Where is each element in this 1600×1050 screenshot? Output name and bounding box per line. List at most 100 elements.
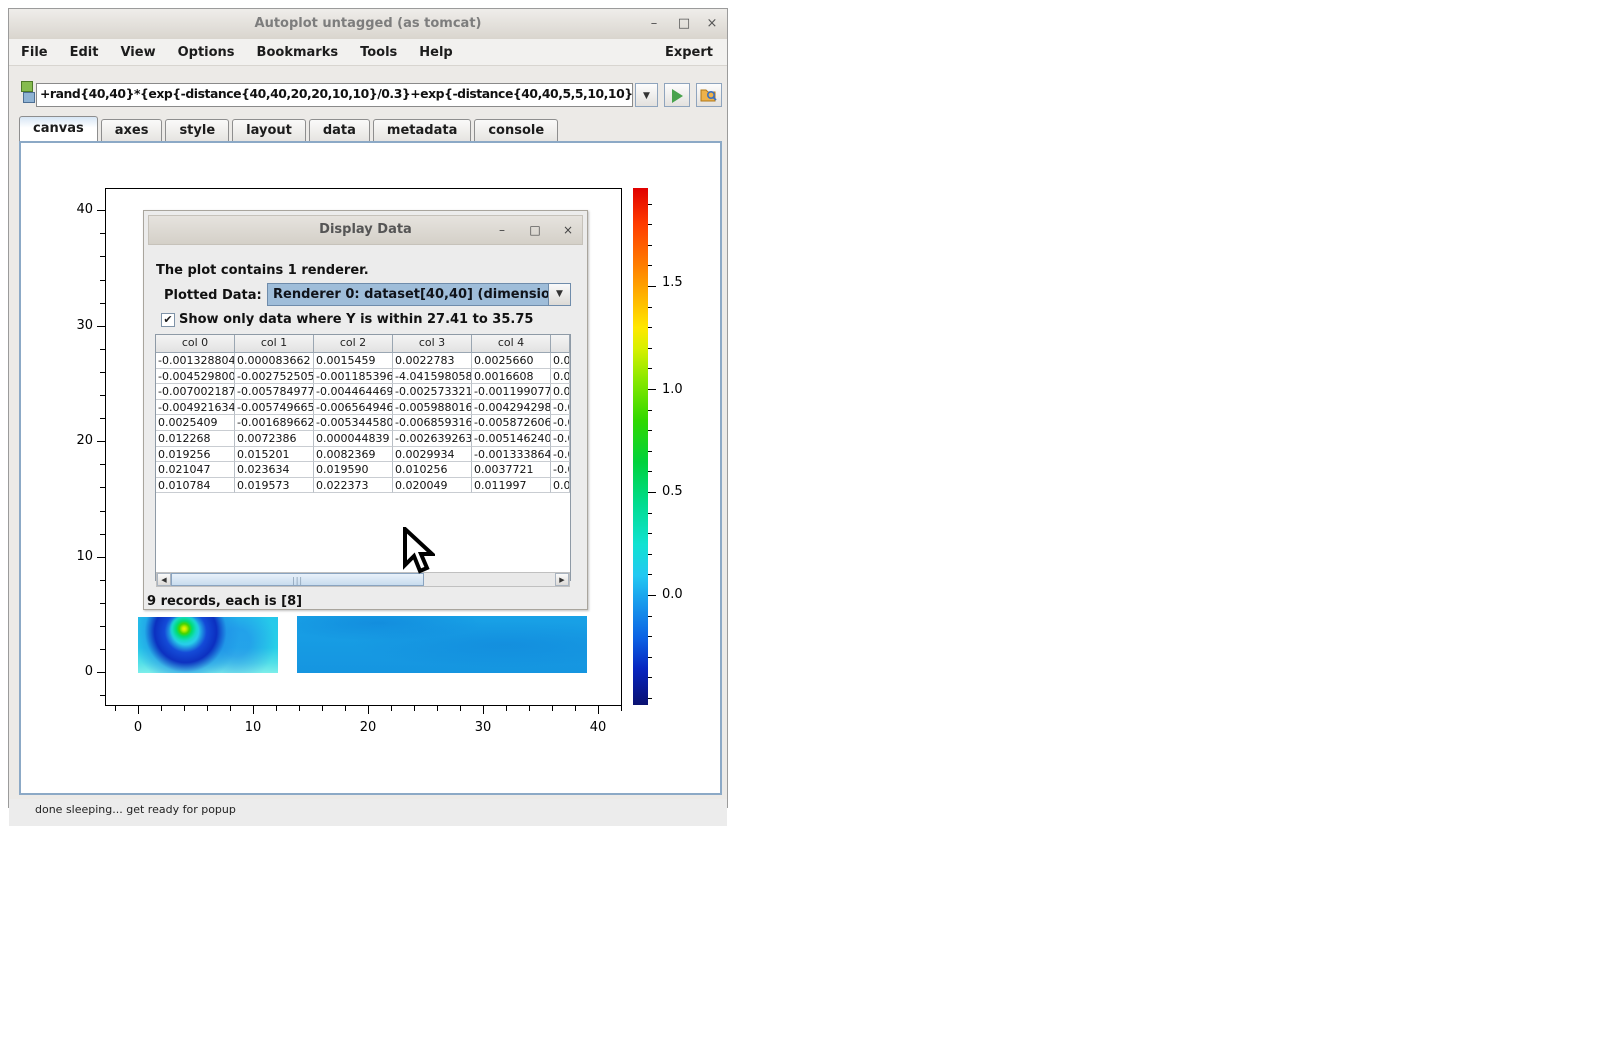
table-cell[interactable]: 0.023634 xyxy=(235,462,314,478)
table-cell[interactable]: 0.010256 xyxy=(393,462,472,478)
menu-item-file[interactable]: File xyxy=(21,45,48,60)
table-cell[interactable]: -0.005146240... xyxy=(472,431,551,447)
table-cell[interactable]: 0.00 xyxy=(551,478,570,494)
table-row[interactable]: 0.0210470.0236340.0195900.0102560.003772… xyxy=(156,462,570,478)
table-row[interactable]: 0.0192560.0152010.00823690.0029934-0.001… xyxy=(156,447,570,463)
menu-item-tools[interactable]: Tools xyxy=(360,45,397,60)
menu-item-bookmarks[interactable]: Bookmarks xyxy=(257,45,339,60)
table-cell[interactable]: 0.0082369 xyxy=(314,447,393,463)
table-row[interactable]: 0.0025409-0.001689662...-0.005344580...-… xyxy=(156,415,570,431)
table-cell[interactable]: -0.001185396... xyxy=(314,369,393,385)
table-cell[interactable]: -0.0 xyxy=(551,462,570,478)
table-cell[interactable]: -0.005872606... xyxy=(472,415,551,431)
table-cell[interactable]: -0.005344580... xyxy=(314,415,393,431)
uri-input[interactable]: +rand{40,40}*{exp{-distance{40,40,20,20,… xyxy=(36,83,633,107)
table-column-header[interactable]: col 3 xyxy=(393,335,472,352)
y-filter-checkbox[interactable]: ✔ xyxy=(161,313,175,327)
table-cell[interactable]: 0.015201 xyxy=(235,447,314,463)
table-cell[interactable]: -0.002639263... xyxy=(393,431,472,447)
horizontal-scrollbar[interactable]: ◀ ||| ▶ xyxy=(156,572,570,587)
table-cell[interactable]: 0.0015459 xyxy=(314,353,393,369)
dialog-minimize-icon[interactable]: – xyxy=(492,221,512,239)
table-cell[interactable]: 0.000083662 xyxy=(235,353,314,369)
table-cell[interactable]: 0.0037721 xyxy=(472,462,551,478)
table-cell[interactable]: -0.006564946... xyxy=(314,400,393,416)
tab-style[interactable]: style xyxy=(165,119,229,141)
scroll-right-icon[interactable]: ▶ xyxy=(555,573,569,586)
table-row[interactable]: 0.0107840.0195730.0223730.0200490.011997… xyxy=(156,478,570,494)
table-cell[interactable]: -0.0 xyxy=(551,431,570,447)
table-row[interactable]: -0.001328804...0.0000836620.00154590.002… xyxy=(156,353,570,369)
menu-item-edit[interactable]: Edit xyxy=(70,45,99,60)
table-cell[interactable]: 0.0025409 xyxy=(156,415,235,431)
tab-metadata[interactable]: metadata xyxy=(373,119,471,141)
data-table[interactable]: col 0col 1col 2col 3col 4 -0.001328804..… xyxy=(155,334,571,581)
table-cell[interactable]: -0.005988016... xyxy=(393,400,472,416)
table-row[interactable]: 0.0122680.00723860.000044839-0.002639263… xyxy=(156,431,570,447)
table-cell[interactable]: 0.022373 xyxy=(314,478,393,494)
table-cell[interactable]: -0.001199077... xyxy=(472,384,551,400)
table-cell[interactable]: 0.021047 xyxy=(156,462,235,478)
scrollbar-thumb[interactable]: ||| xyxy=(171,573,424,586)
table-cell[interactable]: 0.0025660 xyxy=(472,353,551,369)
table-row[interactable]: -0.004921634...-0.005749665...-0.0065649… xyxy=(156,400,570,416)
plotted-data-combobox[interactable]: Renderer 0: dataset[40,40] (dimension...… xyxy=(267,283,571,306)
table-cell[interactable]: 0.00 xyxy=(551,369,570,385)
table-cell[interactable]: 0.0029934 xyxy=(393,447,472,463)
table-row[interactable]: -0.007002187...-0.005784977...-0.0044644… xyxy=(156,384,570,400)
open-file-button[interactable] xyxy=(696,83,722,107)
scroll-left-icon[interactable]: ◀ xyxy=(157,573,171,586)
table-cell[interactable]: -0.001328804... xyxy=(156,353,235,369)
table-cell[interactable]: -0.005749665... xyxy=(235,400,314,416)
table-cell[interactable]: -0.004921634... xyxy=(156,400,235,416)
table-cell[interactable]: 0.00 xyxy=(551,353,570,369)
tab-layout[interactable]: layout xyxy=(232,119,306,141)
table-cell[interactable]: -0.004529800... xyxy=(156,369,235,385)
menu-item-view[interactable]: View xyxy=(120,45,155,60)
table-column-header[interactable]: col 1 xyxy=(235,335,314,352)
table-cell[interactable]: -0.004294298... xyxy=(472,400,551,416)
dialog-titlebar[interactable]: Display Data – □ × xyxy=(148,215,583,245)
table-cell[interactable]: 0.0022783 xyxy=(393,353,472,369)
uri-dropdown-button[interactable]: ▼ xyxy=(635,83,658,107)
table-cell[interactable]: 0.000044839 xyxy=(314,431,393,447)
table-cell[interactable]: -0.0 xyxy=(551,400,570,416)
table-cell[interactable]: 0.019256 xyxy=(156,447,235,463)
tab-console[interactable]: console xyxy=(474,119,558,141)
close-icon[interactable]: × xyxy=(701,14,723,34)
table-column-header[interactable]: col 4 xyxy=(472,335,551,352)
table-cell[interactable]: -0.007002187... xyxy=(156,384,235,400)
table-cell[interactable]: -0.001333864... xyxy=(472,447,551,463)
tab-axes[interactable]: axes xyxy=(101,119,163,141)
table-cell[interactable]: -0.001689662... xyxy=(235,415,314,431)
datasource-type-icon[interactable] xyxy=(20,80,34,104)
table-cell[interactable]: 0.019573 xyxy=(235,478,314,494)
table-cell[interactable]: -0.002752505... xyxy=(235,369,314,385)
table-cell[interactable]: 0.00 xyxy=(551,384,570,400)
window-titlebar[interactable]: Autoplot untagged (as tomcat) – □ × xyxy=(9,9,727,40)
minimize-icon[interactable]: – xyxy=(643,14,665,34)
table-cell[interactable]: 0.0016608 xyxy=(472,369,551,385)
chevron-down-icon[interactable]: ▼ xyxy=(548,284,570,305)
table-cell[interactable]: 0.011997 xyxy=(472,478,551,494)
table-header-row[interactable]: col 0col 1col 2col 3col 4 xyxy=(156,335,570,353)
table-cell[interactable]: -0.006859316... xyxy=(393,415,472,431)
table-cell[interactable]: -0.005784977... xyxy=(235,384,314,400)
menu-item-options[interactable]: Options xyxy=(178,45,235,60)
table-column-header[interactable]: col 2 xyxy=(314,335,393,352)
table-cell[interactable]: -0.0 xyxy=(551,415,570,431)
go-button[interactable] xyxy=(664,83,690,107)
table-column-header[interactable] xyxy=(551,335,570,352)
table-cell[interactable]: 0.012268 xyxy=(156,431,235,447)
table-cell[interactable]: 0.020049 xyxy=(393,478,472,494)
menu-item-expert[interactable]: Expert xyxy=(665,45,713,60)
table-cell[interactable]: -4.041598058... xyxy=(393,369,472,385)
table-cell[interactable]: -0.002573321... xyxy=(393,384,472,400)
dialog-maximize-icon[interactable]: □ xyxy=(525,221,545,239)
table-row[interactable]: -0.004529800...-0.002752505...-0.0011853… xyxy=(156,369,570,385)
tab-canvas[interactable]: canvas xyxy=(19,116,98,141)
table-cell[interactable]: 0.0072386 xyxy=(235,431,314,447)
dialog-close-icon[interactable]: × xyxy=(558,221,578,239)
maximize-icon[interactable]: □ xyxy=(673,14,695,34)
table-cell[interactable]: 0.010784 xyxy=(156,478,235,494)
